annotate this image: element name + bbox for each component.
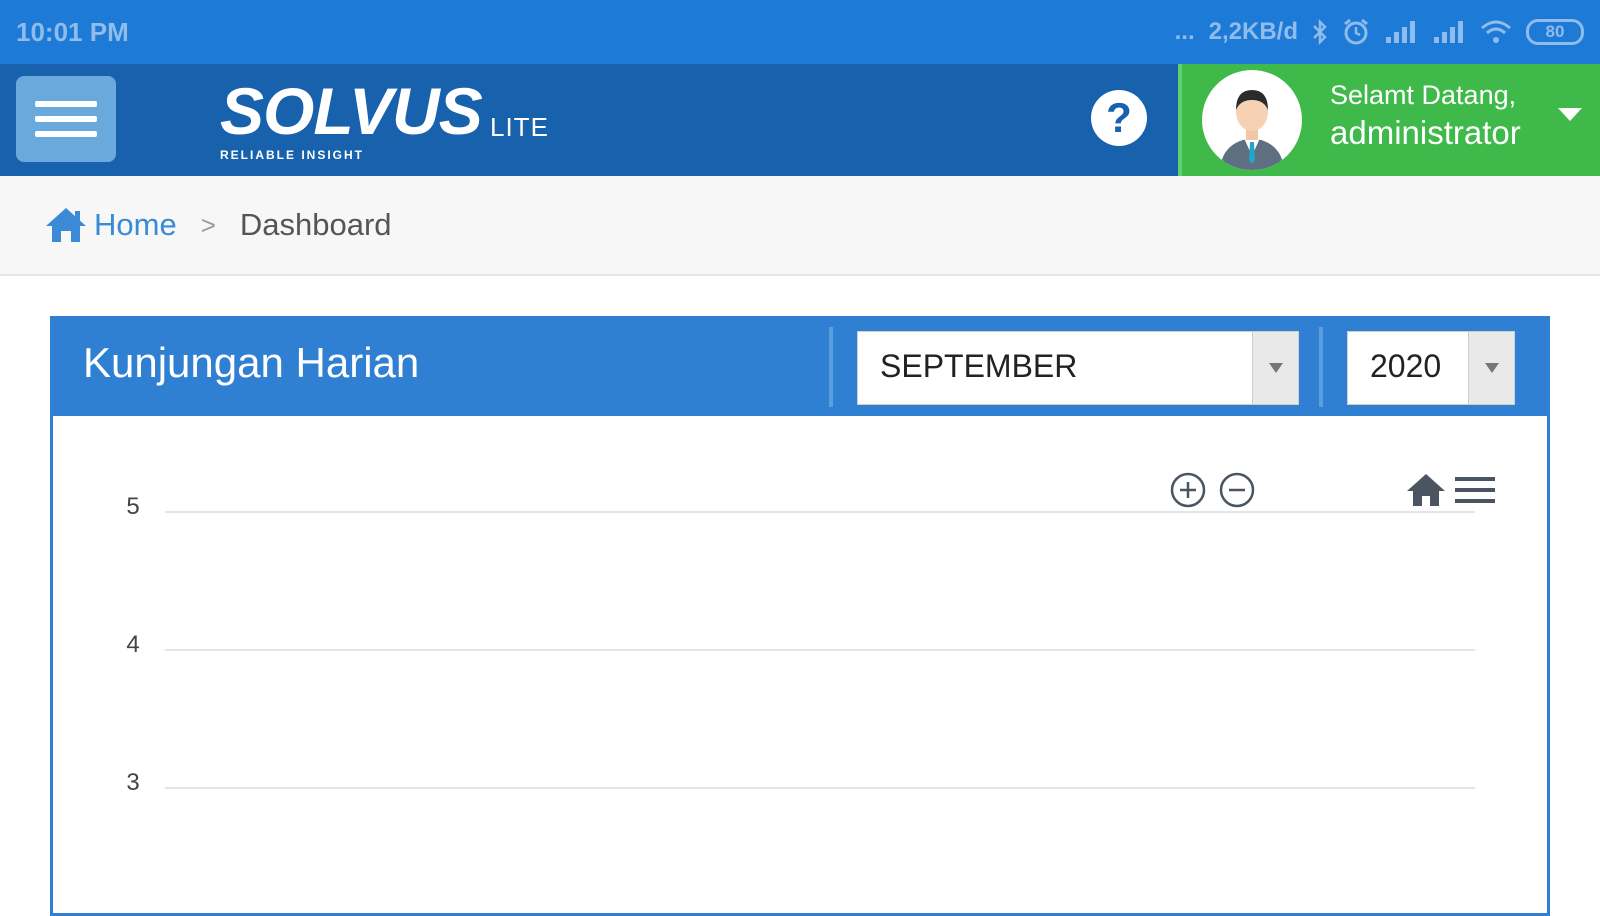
gridline xyxy=(165,649,1475,651)
hamburger-menu-button[interactable] xyxy=(16,76,116,162)
status-icons: ... 2,2KB/d 80 xyxy=(1175,18,1584,46)
alarm-icon xyxy=(1342,18,1370,46)
battery-level: 80 xyxy=(1545,22,1565,41)
user-avatar-icon xyxy=(1220,90,1284,170)
breadcrumb-separator: > xyxy=(200,209,216,240)
network-speed: 2,2KB/d xyxy=(1208,18,1298,45)
daily-visits-panel: Kunjungan Harian SEPTEMBER 2020 5 4 3 xyxy=(50,316,1550,916)
month-select-value: SEPTEMBER xyxy=(880,348,1078,384)
hamburger-line-icon xyxy=(35,116,97,122)
reset-zoom-home-icon[interactable] xyxy=(1405,472,1447,513)
app-header: SOLVUS LITE RELIABLE INSIGHT ? Selamt Da… xyxy=(0,64,1600,176)
y-tick-label: 4 xyxy=(126,631,140,658)
username: administrator xyxy=(1330,114,1521,151)
panel-header: Kunjungan Harian SEPTEMBER 2020 xyxy=(53,319,1547,416)
gridline xyxy=(165,787,1475,789)
chevron-down-icon xyxy=(1252,332,1298,404)
breadcrumb-home-label: Home xyxy=(94,207,177,242)
signal-icon-1 xyxy=(1384,20,1418,44)
header-divider xyxy=(829,327,833,407)
user-menu[interactable]: Selamt Datang, administrator xyxy=(1178,64,1600,176)
battery-icon: 80 xyxy=(1526,19,1584,45)
logo-wordmark: SOLVUS xyxy=(220,74,483,148)
logo-tagline: RELIABLE INSIGHT xyxy=(220,148,365,162)
more-notifications-icon: ... xyxy=(1174,18,1195,45)
panel-title: Kunjungan Harian xyxy=(83,339,420,386)
wifi-icon xyxy=(1480,19,1512,45)
gridline xyxy=(165,511,1475,513)
zoom-in-icon[interactable] xyxy=(1169,471,1207,514)
status-time: 10:01 PM xyxy=(16,16,129,47)
home-icon xyxy=(46,208,86,242)
year-select-value: 2020 xyxy=(1370,348,1442,384)
chevron-down-icon xyxy=(1468,332,1514,404)
app-logo: SOLVUS LITE RELIABLE INSIGHT xyxy=(220,74,548,168)
month-select[interactable]: SEPTEMBER xyxy=(857,331,1299,405)
chart-menu-icon[interactable] xyxy=(1455,474,1495,511)
breadcrumb: Home > Dashboard xyxy=(0,176,1600,276)
daily-visits-chart: 5 4 3 xyxy=(53,416,1547,916)
help-icon: ? xyxy=(1106,94,1132,141)
y-tick-label: 5 xyxy=(126,493,140,520)
breadcrumb-current: Dashboard xyxy=(239,207,392,242)
greeting-text: Selamt Datang, xyxy=(1330,80,1517,110)
hamburger-line-icon xyxy=(35,101,97,107)
header-divider xyxy=(1319,327,1323,407)
chevron-down-icon[interactable] xyxy=(1558,108,1582,121)
logo-lite: LITE xyxy=(490,112,549,142)
year-select[interactable]: 2020 xyxy=(1347,331,1515,405)
hamburger-line-icon xyxy=(35,131,97,137)
y-tick-label: 3 xyxy=(126,769,140,796)
avatar xyxy=(1202,70,1302,170)
help-button[interactable]: ? xyxy=(1091,90,1147,146)
status-bar: 10:01 PM ... 2,2KB/d 80 xyxy=(0,0,1600,64)
zoom-out-icon[interactable] xyxy=(1218,471,1256,514)
signal-icon-2 xyxy=(1432,20,1466,44)
breadcrumb-home-link[interactable]: Home xyxy=(44,206,177,244)
bluetooth-icon xyxy=(1312,19,1328,45)
